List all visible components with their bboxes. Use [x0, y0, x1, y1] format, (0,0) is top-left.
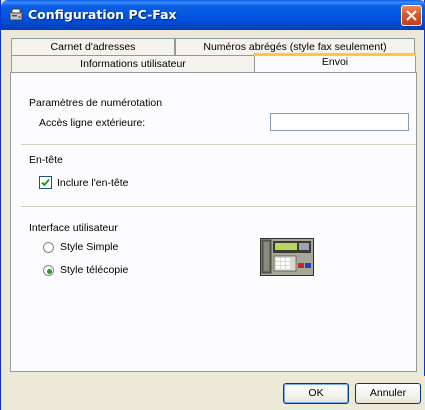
style-fax-radio[interactable] — [43, 265, 54, 276]
style-simple-radio[interactable] — [43, 242, 54, 253]
pcfax-config-window: Configuration PC-Fax Carnet d'adresses N… — [0, 0, 425, 410]
title-bar[interactable]: Configuration PC-Fax — [1, 0, 425, 30]
tab-user-information[interactable]: Informations utilisateur — [11, 55, 255, 72]
separator — [21, 144, 416, 146]
tab-address-book[interactable]: Carnet d'adresses — [11, 38, 175, 55]
ok-button[interactable]: OK — [283, 383, 349, 404]
fax-machine-icon — [260, 238, 314, 276]
cancel-button[interactable]: Annuler — [355, 383, 421, 404]
tab-label: Envoi — [321, 56, 349, 68]
app-icon — [8, 7, 24, 23]
tab-label: Carnet d'adresses — [50, 41, 136, 53]
style-simple-label[interactable]: Style Simple — [60, 241, 118, 253]
radio-selected-dot — [47, 269, 52, 274]
include-header-checkbox[interactable] — [39, 176, 52, 189]
close-icon — [406, 10, 417, 21]
tab-sending[interactable]: Envoi — [254, 53, 416, 72]
outside-line-label: Accès ligne extérieure: — [39, 117, 146, 129]
header-section-title: En-tête — [29, 154, 63, 166]
checkmark-icon — [41, 178, 50, 187]
window-title: Configuration PC-Fax — [28, 7, 177, 22]
outside-line-input[interactable] — [270, 113, 409, 131]
separator — [21, 206, 416, 208]
tab-label: Numéros abrégés (style fax seulement) — [203, 41, 387, 53]
style-fax-label[interactable]: Style télécopie — [60, 264, 128, 276]
tab-label: Informations utilisateur — [80, 58, 186, 70]
close-button[interactable] — [401, 5, 422, 26]
ui-section-title: Interface utilisateur — [29, 222, 118, 234]
dialing-section-title: Paramètres de numérotation — [29, 97, 163, 109]
include-header-label[interactable]: Inclure l'en-tête — [57, 177, 128, 189]
